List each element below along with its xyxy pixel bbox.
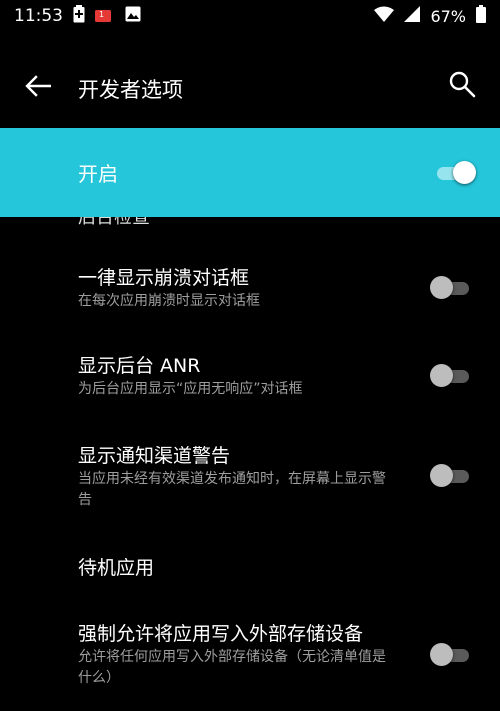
status-bar: 11:53 1 67%	[0, 0, 500, 32]
list-item-title: 一律显示崩溃对话框	[78, 267, 250, 289]
list-item-subtitle: 当应用未经有效渠道发布通知时，在屏幕上显示警告	[78, 471, 386, 508]
master-switch-label: 开启	[78, 162, 118, 186]
image-icon	[125, 6, 141, 26]
notification-app-icon: 1	[95, 8, 115, 24]
status-bar-right: 67%	[374, 5, 486, 27]
switch-thumb	[430, 643, 453, 666]
list-item-subtitle: 在每次应用崩溃时显示对话框	[78, 293, 260, 309]
toggle-switch-external-storage[interactable]	[430, 643, 472, 666]
master-switch-bar[interactable]: 开启	[0, 128, 500, 217]
switch-thumb	[430, 276, 453, 299]
master-toggle-switch[interactable]	[434, 161, 476, 184]
status-time: 11:53	[14, 6, 63, 26]
list-item-force-external-storage[interactable]: 强制允许将应用写入外部存储设备 允许将任何应用写入外部存储设备（无论清单值是什么…	[0, 609, 500, 705]
list-item-subtitle: 允许将任何应用写入外部存储设备（无论清单值是什么）	[78, 649, 386, 686]
switch-thumb	[430, 464, 453, 487]
list-item-title: 强制允许将应用写入外部存储设备	[78, 623, 364, 645]
notification-badge: 1	[99, 10, 105, 19]
list-item-title: 显示通知渠道警告	[78, 445, 231, 467]
wifi-icon	[374, 6, 395, 26]
switch-thumb	[453, 161, 476, 184]
search-button[interactable]	[442, 66, 482, 106]
list-item-notification-channel-warnings[interactable]: 显示通知渠道警告 当应用未经有效渠道发布通知时，在屏幕上显示警告	[0, 429, 500, 525]
toggle-switch-channel-warnings[interactable]	[430, 464, 472, 487]
list-item-standby-apps[interactable]: 待机应用	[0, 543, 500, 589]
list-item-title: 显示后台 ANR	[78, 355, 201, 377]
battery-saver-icon	[73, 5, 85, 27]
search-icon	[448, 70, 476, 102]
battery-icon	[476, 5, 486, 27]
list-item-subtitle: 为后台应用显示“应用无响应”对话框	[78, 381, 303, 397]
toggle-switch-crash-dialog[interactable]	[430, 276, 472, 299]
settings-list: 后台检查 一律显示崩溃对话框 在每次应用崩溃时显示对话框 显示后台 ANR 为后…	[0, 217, 500, 711]
arrow-left-icon	[25, 75, 52, 101]
signal-icon	[404, 6, 421, 26]
status-bar-left: 11:53 1	[14, 5, 141, 27]
page-title: 开发者选项	[78, 78, 183, 102]
list-item-always-show-crash-dialog[interactable]: 一律显示崩溃对话框 在每次应用崩溃时显示对话框	[0, 253, 500, 323]
list-item-title: 待机应用	[78, 557, 155, 579]
toggle-switch-background-anr[interactable]	[430, 364, 472, 387]
battery-percent: 67%	[430, 6, 466, 26]
list-item-show-background-anr[interactable]: 显示后台 ANR 为后台应用显示“应用无响应”对话框	[0, 341, 500, 411]
back-button[interactable]	[18, 68, 58, 108]
switch-thumb	[430, 364, 453, 387]
partial-section-header: 后台检查	[78, 217, 150, 228]
